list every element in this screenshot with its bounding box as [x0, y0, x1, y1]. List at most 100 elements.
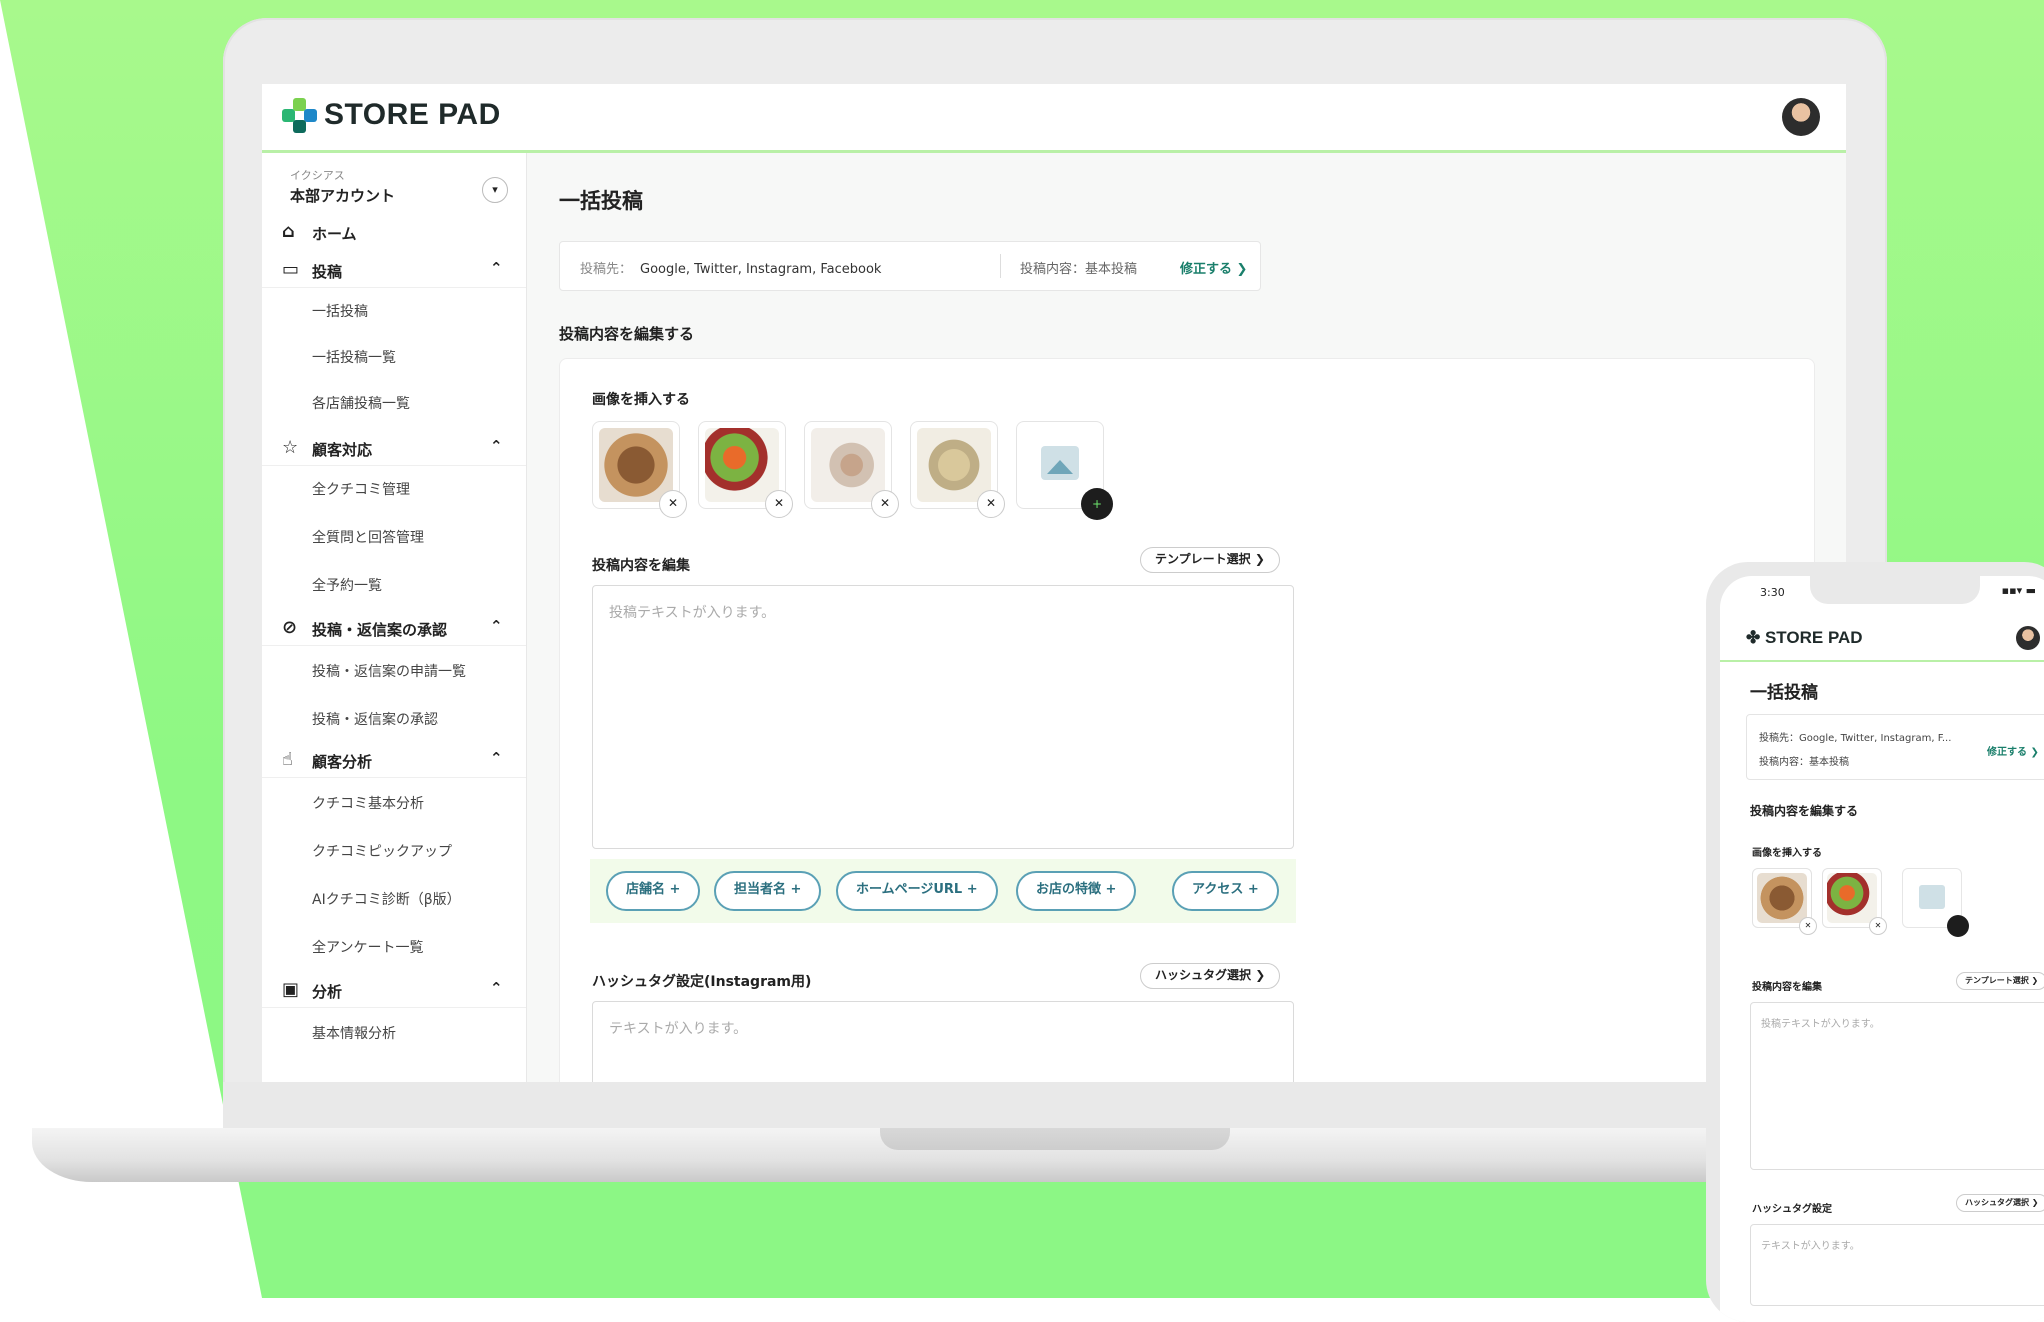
nav-store-post-list[interactable]: 各店舗投稿一覧	[262, 389, 526, 415]
nav-analysis-customer[interactable]: ☝ 顧客分析 ⌃	[262, 743, 526, 778]
phone-brand[interactable]: ✤ STORE PAD	[1746, 628, 1863, 648]
chevron-up-icon: ⌃	[490, 617, 503, 635]
nav-basic-info-analysis[interactable]: 基本情報分析	[262, 1019, 526, 1045]
edit-content-label: 投稿内容を編集	[592, 558, 690, 574]
image-placeholder-icon	[1041, 446, 1079, 480]
phone-edit-card: 画像を挿入する ✕ ✕ 投稿内容を編集 テンプレート選択 ❯ 投稿テキストが入り…	[1746, 826, 2044, 1322]
account-name: 本部アカウント	[290, 187, 396, 205]
brand-name: STORE PAD	[324, 98, 501, 131]
nav-qa[interactable]: 全質問と回答管理	[262, 523, 526, 549]
phone-header: ✤ STORE PAD	[1720, 616, 2044, 662]
remove-image-button[interactable]: ✕	[871, 490, 899, 518]
nav-home-label: ホーム	[312, 225, 357, 243]
chip-store-name[interactable]: 店舗名 +	[606, 871, 701, 911]
nav-surveys[interactable]: 全アンケート一覧	[262, 933, 526, 959]
destinations: 投稿先： Google, Twitter, Instagram, Facebook	[580, 258, 881, 277]
laptop-notch	[880, 1128, 1230, 1150]
remove-image-button[interactable]: ✕	[1799, 917, 1817, 935]
brand-logo[interactable]: STORE PAD	[282, 98, 501, 133]
hashtag-text-area[interactable]: テキストが入ります。	[592, 1001, 1294, 1082]
phone-page-title: 一括投稿	[1750, 683, 1818, 703]
phone-template-button[interactable]: テンプレート選択 ❯	[1956, 972, 2044, 990]
chevron-up-icon: ⌃	[490, 979, 503, 997]
phone-status-icons: ▪▪▾ ▬	[2001, 584, 2036, 597]
hashtag-select-button[interactable]: ハッシュタグ選択 ❯	[1140, 963, 1281, 989]
post-icon: ▭	[282, 259, 300, 280]
nav-post-label: 投稿	[312, 263, 343, 281]
account-info: イクシアス 本部アカウント	[290, 167, 395, 206]
nav-review-pickup[interactable]: クチコミピックアップ	[262, 837, 526, 863]
image-thumb-2[interactable]: ✕	[698, 421, 793, 518]
image-placeholder-icon	[1919, 885, 1945, 909]
phone-hashtag-placeholder: テキストが入ります。	[1761, 1241, 1860, 1252]
remove-image-button[interactable]: ✕	[977, 490, 1005, 518]
phone-add-image-slot[interactable]	[1902, 868, 1969, 937]
phone-insert-image-label: 画像を挿入する	[1752, 848, 1822, 859]
star-icon: ☆	[282, 437, 299, 458]
nav-analysis[interactable]: ▣ 分析 ⌃	[262, 973, 526, 1008]
phone-edit-heading: 投稿内容を編集する	[1750, 804, 1859, 818]
phone-destination-box: 投稿先：Google, Twitter, Instagram, F... 投稿内…	[1746, 714, 2044, 780]
sidebar: イクシアス 本部アカウント ▾ ⌂ ホーム ▭ 投稿 ⌃ 一括投稿 一括投稿一覧…	[262, 153, 527, 1082]
phone-image-thumb-2[interactable]: ✕	[1822, 868, 1887, 935]
destinations-label: 投稿先：	[580, 262, 633, 277]
logo-mark-icon	[282, 98, 317, 133]
remove-image-button[interactable]: ✕	[765, 490, 793, 518]
check-icon: ⊘	[282, 617, 298, 638]
nav-reservations[interactable]: 全予約一覧	[262, 571, 526, 597]
phone-post-text-area[interactable]: 投稿テキストが入ります。	[1750, 1002, 2044, 1170]
app-header: STORE PAD	[262, 84, 1846, 153]
nav-bulk-post[interactable]: 一括投稿	[262, 297, 526, 323]
edit-card: 画像を挿入する ✕ ✕ ✕ ✕ + 投稿内容を編集 テンプレート選択 ❯ 投稿テ…	[559, 358, 1815, 1082]
main-content: 一括投稿 投稿先： Google, Twitter, Instagram, Fac…	[527, 153, 1846, 1082]
phone-hashtag-button[interactable]: ハッシュタグ選択 ❯	[1956, 1194, 2044, 1212]
image-thumb-4[interactable]: ✕	[910, 421, 1005, 518]
account-switch-button[interactable]: ▾	[482, 177, 508, 203]
insert-chip-row: 店舗名 + 担当者名 + ホームページURL + お店の特徴 + アクセス +	[590, 859, 1296, 923]
post-text-area[interactable]: 投稿テキストが入ります。	[592, 585, 1294, 849]
image-thumb-3[interactable]: ✕	[804, 421, 899, 518]
nav-review-basic[interactable]: クチコミ基本分析	[262, 789, 526, 815]
phone-edit-content-label: 投稿内容を編集	[1752, 982, 1822, 993]
home-icon: ⌂	[282, 221, 295, 242]
remove-image-button[interactable]: ✕	[659, 490, 687, 518]
content-type: 投稿内容：基本投稿	[1020, 262, 1138, 277]
phone-screen: 3:30 ▪▪▾ ▬ ✤ STORE PAD 一括投稿 投稿先：Google, …	[1720, 576, 2044, 1322]
nav-bulk-post-list[interactable]: 一括投稿一覧	[262, 343, 526, 369]
nav-analysis-label: 分析	[312, 983, 343, 1001]
nav-customer[interactable]: ☆ 顧客対応 ⌃	[262, 431, 526, 466]
nav-approval[interactable]: ⊘ 投稿・返信案の承認 ⌃	[262, 611, 526, 646]
chip-homepage-url[interactable]: ホームページURL +	[836, 871, 998, 911]
nav-approval-requests[interactable]: 投稿・返信案の申請一覧	[262, 657, 526, 683]
nav-reviews[interactable]: 全クチコミ管理	[262, 475, 526, 501]
nav-approval-label: 投稿・返信案の承認	[312, 621, 448, 639]
account-company: イクシアス	[290, 169, 345, 182]
phone-add-image-button[interactable]	[1947, 915, 1969, 937]
phone-post-placeholder: 投稿テキストが入ります。	[1761, 1019, 1880, 1030]
nav-ai-diagnosis[interactable]: AIクチコミ診断（β版）	[262, 885, 526, 911]
template-select-button[interactable]: テンプレート選択 ❯	[1140, 547, 1280, 573]
phone-hashtag-text-area[interactable]: テキストが入ります。	[1750, 1224, 2044, 1306]
nav-approval-approve[interactable]: 投稿・返信案の承認	[262, 705, 526, 731]
phone-avatar[interactable]	[2016, 626, 2040, 650]
chevron-up-icon: ⌃	[490, 259, 503, 277]
insert-image-label: 画像を挿入する	[592, 392, 690, 408]
phone-destinations: 投稿先：Google, Twitter, Instagram, F...	[1759, 733, 1952, 744]
phone-image-thumb-1[interactable]: ✕	[1752, 868, 1817, 935]
chip-staff-name[interactable]: 担当者名 +	[714, 871, 822, 911]
image-thumb-1[interactable]: ✕	[592, 421, 687, 518]
laptop-screen: STORE PAD イクシアス 本部アカウント ▾ ⌂ ホーム ▭ 投稿 ⌃ 一…	[262, 84, 1846, 1082]
add-image-slot[interactable]: +	[1016, 421, 1113, 520]
user-avatar[interactable]	[1782, 98, 1820, 136]
chip-access[interactable]: アクセス +	[1172, 871, 1279, 911]
chevron-up-icon: ⌃	[490, 437, 503, 455]
nav-home[interactable]: ⌂ ホーム	[262, 215, 526, 249]
phone-notch	[1810, 576, 1980, 604]
phone-change-link[interactable]: 修正する ❯	[1987, 743, 2039, 758]
change-link[interactable]: 修正する ❯	[1180, 258, 1247, 277]
nav-post[interactable]: ▭ 投稿 ⌃	[262, 253, 526, 288]
add-image-button[interactable]: +	[1081, 488, 1113, 520]
chip-store-features[interactable]: お店の特徴 +	[1016, 871, 1137, 911]
laptop-chin	[223, 1082, 1887, 1128]
remove-image-button[interactable]: ✕	[1869, 917, 1887, 935]
